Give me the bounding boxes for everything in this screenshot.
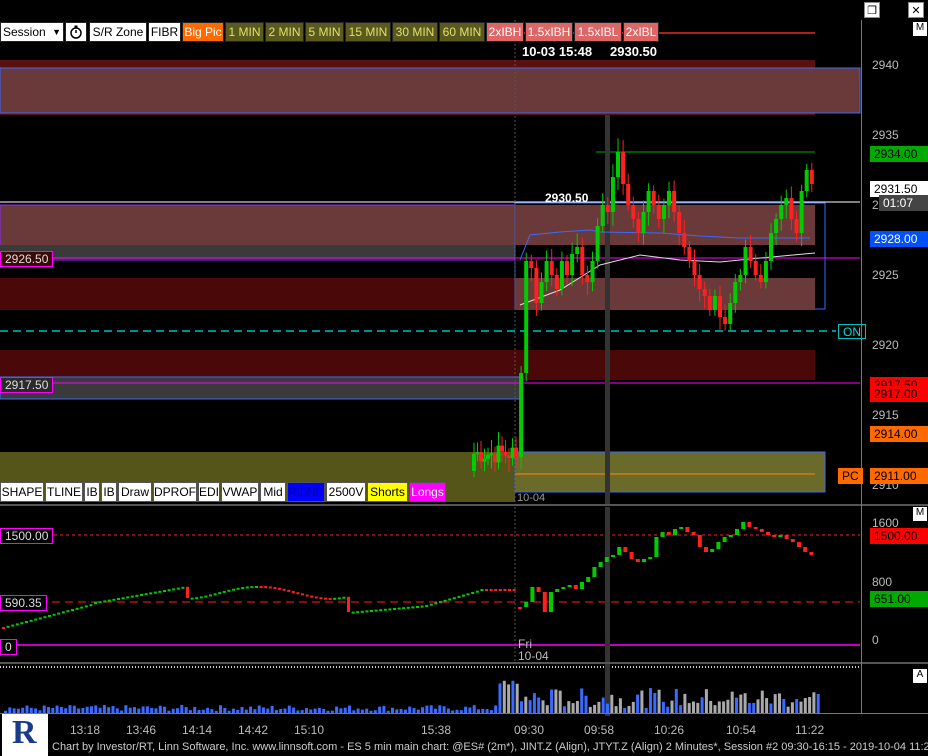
tool-button-rline-9[interactable]: RLINE	[287, 482, 325, 502]
tool-button-shape-0[interactable]: SHAPE	[0, 482, 44, 502]
chart-window: Session ▼ S/R Zone FIBR Big Pic 1 MIN 2 MIN 5…	[0, 0, 928, 756]
prior-close-tag: PC	[838, 468, 863, 484]
time-axis-label: 14:42	[238, 723, 269, 737]
date-marker: 10-04	[517, 492, 546, 504]
toolbar-button-1-min[interactable]: 1 MIN	[225, 22, 264, 42]
price-tag: 2917.00	[870, 386, 928, 402]
toolbar-button-2xibh[interactable]: 2xIBH	[486, 22, 524, 42]
toolbar-button-30-min[interactable]: 30 MIN	[392, 22, 438, 42]
status-bar: Chart by Investor/RT, Linn Software, Inc…	[52, 741, 928, 753]
toolbar-button-s-r-zone[interactable]: S/R Zone	[89, 22, 147, 42]
toolbar-button-1-5xibl[interactable]: 1.5xIBL	[574, 22, 622, 42]
date-marker-lower: 10-04	[518, 649, 549, 663]
indicator-tag: 1500.00	[870, 528, 928, 544]
time-axis-label: 09:30	[514, 723, 545, 737]
toolbar-button-5-min[interactable]: 5 MIN	[305, 22, 344, 42]
restore-icon[interactable]: ❐	[864, 2, 880, 18]
pane-divider[interactable]	[0, 504, 928, 506]
tool-button-shorts-11[interactable]: Shorts	[367, 482, 408, 502]
chevron-down-icon: ▼	[52, 27, 61, 37]
tool-button-longs-12[interactable]: Longs	[409, 482, 446, 502]
price-tag: 2911.00	[870, 468, 928, 484]
tool-button-ib-3[interactable]: IB	[101, 482, 117, 502]
time-axis-label: 10:54	[726, 723, 757, 737]
toolbar-button-fibr[interactable]: FIBR	[148, 22, 181, 42]
tool-button-draw-4[interactable]: Draw	[118, 482, 152, 502]
tool-button-edi-6[interactable]: EDI	[198, 482, 220, 502]
level-label-2917: 2917.50	[0, 377, 54, 393]
tool-button-mid-8[interactable]: Mid	[260, 482, 286, 502]
price-tag: 2934.00	[870, 146, 928, 162]
toolbar-button-15-min[interactable]: 15 MIN	[345, 22, 391, 42]
cursor-datetime: 10-03 15:48	[522, 44, 593, 59]
tool-button-vwap-7[interactable]: VWAP	[221, 482, 259, 502]
time-axis-label: 14:14	[182, 723, 213, 737]
price-tag: 2914.00	[870, 426, 928, 442]
toolbar-button-2xibl[interactable]: 2xIBL	[623, 22, 659, 42]
toolbar-button-big-pic[interactable]: Big Pic	[182, 22, 224, 42]
volume-pane-letter[interactable]: A	[913, 669, 927, 683]
session-select[interactable]: Session ▼	[0, 22, 64, 42]
tool-button-2500v-10[interactable]: 2500V	[326, 482, 366, 502]
price-axis-label: 2925	[872, 268, 899, 282]
indicator-level-label: 590.35	[0, 595, 47, 611]
time-axis-label: 11:22	[795, 723, 825, 737]
indicator-level-label: 1500.00	[0, 528, 54, 544]
price-tag: 01:07	[879, 195, 928, 211]
level-label-2926: 2926.50	[0, 251, 54, 267]
stopwatch-icon-glyph	[70, 25, 82, 39]
price-axis-label: 2935	[872, 128, 899, 142]
price-tag: 2928.00	[870, 231, 928, 247]
close-icon[interactable]: ✕	[908, 2, 924, 18]
investor-rt-logo: R	[2, 714, 48, 756]
volume-chart[interactable]	[0, 664, 862, 716]
cursor-price-marker: 2930.50	[545, 191, 589, 205]
tool-button-dprof-5[interactable]: DPROF	[153, 482, 197, 502]
price-axis-label: 2915	[872, 408, 899, 422]
time-axis-label: 10:26	[654, 723, 685, 737]
price-axis-label: 2920	[872, 338, 899, 352]
toolbar-button-1-5xibh[interactable]: 1.5xIBH	[525, 22, 573, 42]
logo-letter: R	[12, 714, 37, 751]
cursor-price: 2930.50	[610, 44, 657, 59]
toolbar-button-2-min[interactable]: 2 MIN	[265, 22, 304, 42]
indicator-level-label: 0	[0, 639, 17, 655]
stopwatch-icon[interactable]	[65, 22, 87, 42]
tool-button-ib-2[interactable]: IB	[84, 482, 100, 502]
time-axis-label: 15:10	[294, 723, 325, 737]
price-axis-label: 2940	[872, 58, 899, 72]
time-axis-label: 13:18	[70, 723, 101, 737]
time-axis-label: 15:38	[421, 723, 452, 737]
indicator-chart[interactable]	[0, 507, 862, 662]
indicator-pane-letter[interactable]: M	[913, 507, 927, 521]
tool-button-tline-1[interactable]: TLINE	[45, 482, 83, 502]
indicator-axis-label: 0	[872, 633, 879, 647]
price-axis-line	[861, 20, 862, 714]
pane-divider[interactable]	[0, 662, 928, 664]
indicator-axis-label: 800	[872, 575, 893, 589]
indicator-tag: 651.00	[870, 591, 928, 607]
price-chart[interactable]	[0, 20, 862, 505]
overnight-tag: ON	[838, 324, 866, 339]
time-axis-label: 13:46	[126, 723, 157, 737]
time-axis-label: 09:58	[584, 723, 615, 737]
toolbar-button-60-min[interactable]: 60 MIN	[439, 22, 485, 42]
time-axis-line	[0, 713, 928, 714]
pane-letter-m[interactable]: M	[913, 22, 927, 36]
session-select-value: Session	[3, 25, 46, 39]
